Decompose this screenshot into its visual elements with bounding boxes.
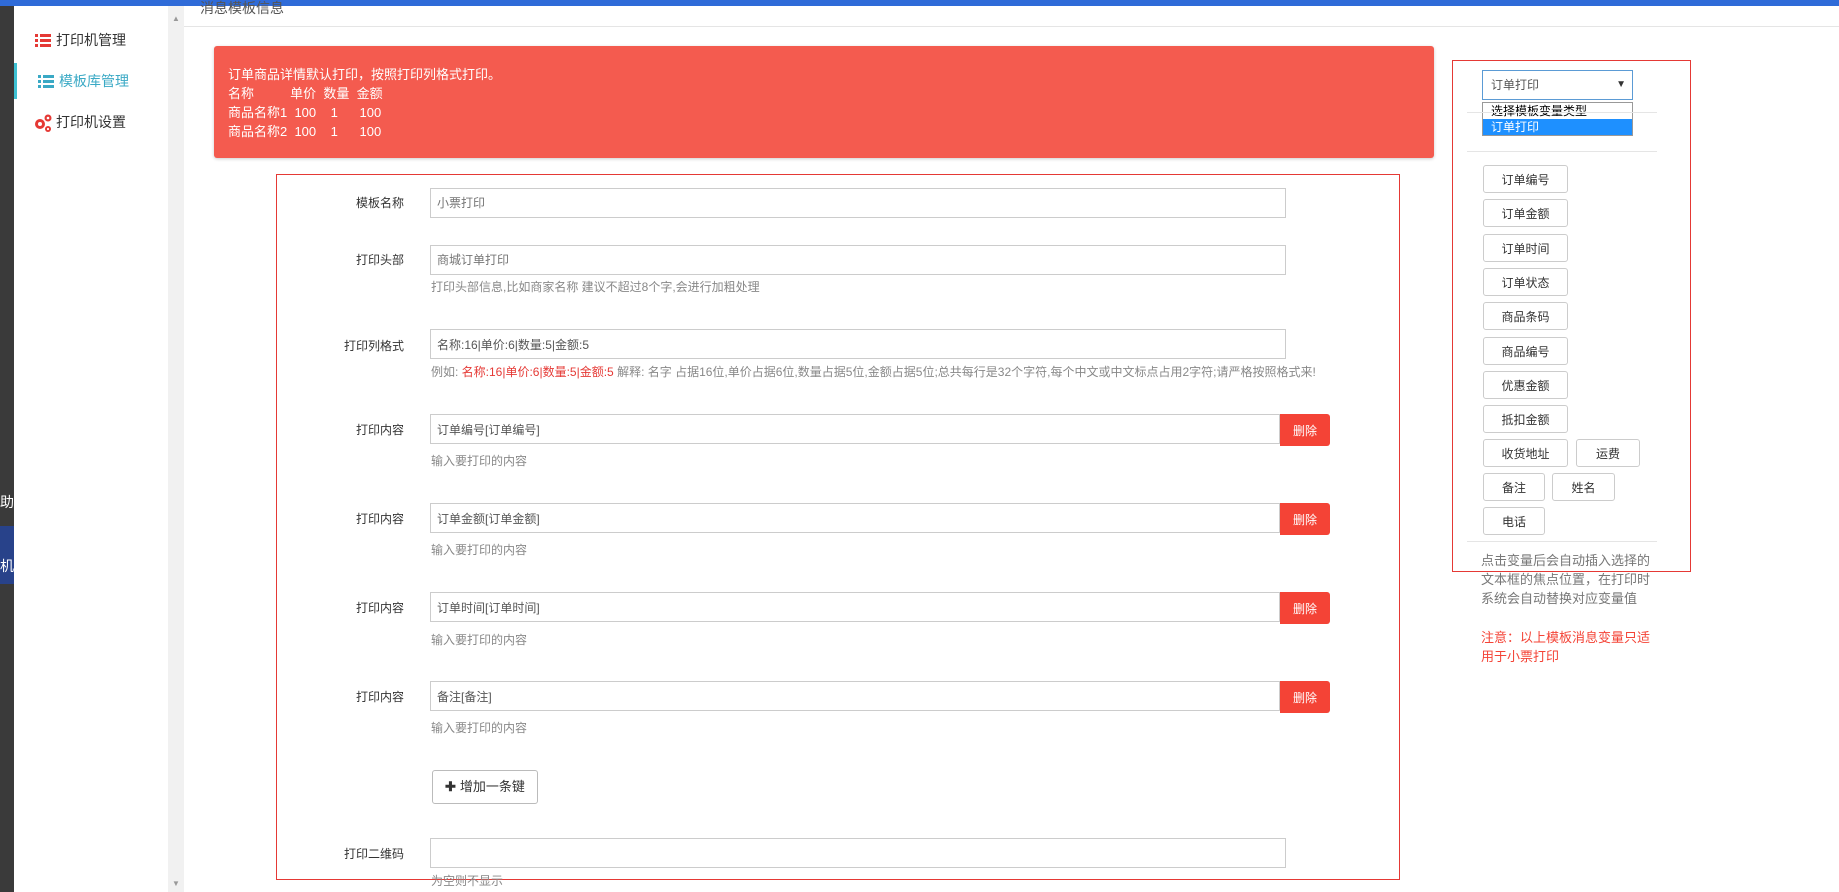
var-button-order-amount[interactable]: 订单金额	[1483, 199, 1568, 227]
alert-line: 名称 单价 数量 金额	[228, 86, 383, 101]
content-label: 打印内容	[355, 512, 404, 526]
plus-icon: ✚	[445, 779, 456, 794]
page-header: 消息模板信息	[184, 0, 1839, 27]
delete-button[interactable]: 删除	[1280, 503, 1330, 535]
dropdown-option-selected[interactable]: 订单打印	[1483, 119, 1632, 135]
divider	[1467, 541, 1657, 542]
help-prefix: 例如:	[431, 365, 462, 379]
outer-sidebar-fragment-label: 机	[0, 558, 14, 574]
print-header-input[interactable]	[430, 245, 1286, 275]
outer-app-sidebar: 助 机	[0, 6, 14, 892]
sidebar: 打印机管理 模板库管理 打印机设置	[14, 6, 171, 892]
var-button-order-no[interactable]: 订单编号	[1483, 165, 1568, 193]
alert-line: 商品名称1 100 1 100	[228, 105, 382, 120]
qrcode-label: 打印二维码	[343, 847, 404, 861]
column-format-input[interactable]	[430, 329, 1286, 359]
var-button-product-no[interactable]: 商品编号	[1483, 337, 1568, 365]
chevron-down-icon: ▼	[1616, 79, 1626, 90]
list-icon	[35, 34, 51, 47]
dropdown-option[interactable]: 选择模板变量类型	[1483, 103, 1632, 119]
var-button-discount[interactable]: 优惠金额	[1483, 371, 1568, 399]
var-button-address[interactable]: 收货地址	[1483, 439, 1568, 467]
select-value: 订单打印	[1491, 78, 1540, 92]
content-help: 输入要打印的内容	[431, 454, 528, 468]
var-button-deduction[interactable]: 抵扣金额	[1483, 405, 1568, 433]
scroll-down-icon[interactable]: ▼	[172, 879, 180, 888]
content-help: 输入要打印的内容	[431, 543, 528, 557]
divider	[1467, 151, 1657, 152]
content-label: 打印内容	[355, 690, 404, 704]
sidebar-item-template-library[interactable]: 模板库管理	[14, 63, 171, 99]
var-button-phone[interactable]: 电话	[1483, 507, 1545, 535]
add-content-button[interactable]: ✚ 增加一条键	[432, 770, 538, 804]
template-name-input[interactable]	[430, 188, 1286, 218]
var-button-product-barcode[interactable]: 商品条码	[1483, 302, 1568, 330]
delete-button[interactable]: 删除	[1280, 414, 1330, 446]
delete-button[interactable]: 删除	[1280, 592, 1330, 624]
sidebar-item-label: 打印机设置	[56, 114, 126, 130]
qrcode-help: 为空则不显示	[431, 874, 504, 888]
qrcode-input[interactable]	[430, 838, 1286, 868]
variables-note: 点击变量后会自动插入选择的文本框的焦点位置，在打印时系统会自动替换对应变量值	[1481, 553, 1651, 606]
gears-icon	[35, 114, 52, 132]
outer-sidebar-active-item[interactable]: 机	[0, 526, 14, 584]
sidebar-item-printer-settings[interactable]: 打印机设置	[14, 104, 168, 140]
sidebar-item-printer-manage[interactable]: 打印机管理	[14, 22, 168, 58]
var-button-order-status[interactable]: 订单状态	[1483, 268, 1568, 296]
variables-warning: 注意：以上模板消息变量只适用于小票打印	[1481, 630, 1651, 664]
var-button-remark[interactable]: 备注	[1483, 473, 1545, 501]
sidebar-scrollbar[interactable]: ▲ ▼	[168, 6, 184, 892]
template-name-label: 模板名称	[355, 196, 404, 210]
content-input[interactable]	[430, 414, 1280, 444]
content-input[interactable]	[430, 592, 1280, 622]
content-input[interactable]	[430, 503, 1280, 533]
column-format-label: 打印列格式	[343, 339, 404, 353]
scroll-up-icon[interactable]: ▲	[172, 14, 180, 23]
content-help: 输入要打印的内容	[431, 633, 528, 647]
alert-line: 商品名称2 100 1 100	[228, 124, 382, 139]
var-button-order-time[interactable]: 订单时间	[1483, 234, 1568, 262]
help-suffix: 解释: 名字 占据16位,单价占据6位,数量占据5位,金额占据5位;总共每行是3…	[613, 365, 1316, 379]
print-header-help: 打印头部信息,比如商家名称 建议不超过8个字,会进行加粗处理	[431, 280, 760, 294]
content-label: 打印内容	[355, 423, 404, 437]
content-help: 输入要打印的内容	[431, 721, 528, 735]
sidebar-item-label: 模板库管理	[59, 73, 129, 89]
page-title: 消息模板信息	[200, 0, 284, 16]
sidebar-item-label: 打印机管理	[56, 32, 126, 48]
list-icon	[38, 75, 54, 88]
add-content-label: 增加一条键	[459, 779, 525, 794]
content-input[interactable]	[430, 681, 1280, 711]
print-header-label: 打印头部	[355, 253, 404, 267]
divider	[1467, 112, 1657, 113]
var-button-freight[interactable]: 运费	[1576, 439, 1640, 467]
var-button-name[interactable]: 姓名	[1552, 473, 1615, 501]
format-alert: 订单商品详情默认打印，按照打印列格式打印。 名称 单价 数量 金额 商品名称1 …	[214, 46, 1434, 158]
variable-type-select[interactable]: 订单打印 ▼	[1482, 70, 1633, 100]
content-label: 打印内容	[355, 601, 404, 615]
delete-button[interactable]: 删除	[1280, 681, 1330, 713]
help-example: 名称:16|单价:6|数量:5|金额:5	[461, 365, 614, 379]
variable-type-dropdown[interactable]: 选择模板变量类型 订单打印	[1482, 102, 1633, 136]
outer-sidebar-fragment[interactable]: 助	[0, 492, 14, 512]
column-format-help: 例如: 名称:16|单价:6|数量:5|金额:5 解释: 名字 占据16位,单价…	[431, 363, 1316, 380]
alert-line: 订单商品详情默认打印，按照打印列格式打印。	[228, 67, 502, 82]
